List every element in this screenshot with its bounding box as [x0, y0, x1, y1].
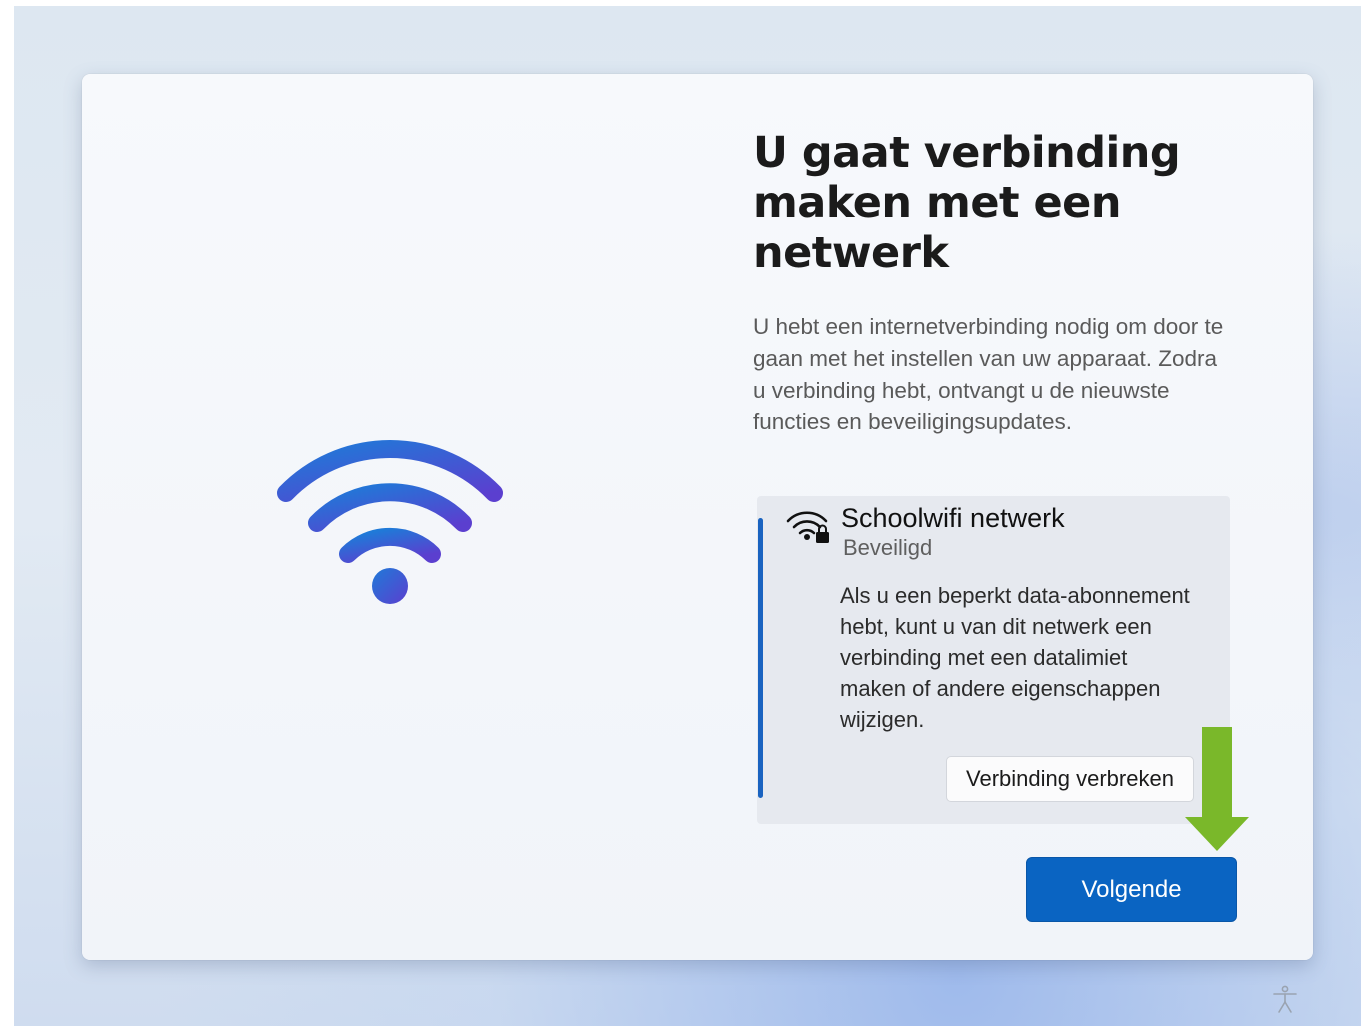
selection-indicator [758, 518, 763, 798]
network-status: Beveiligd [843, 535, 933, 560]
wifi-secured-icon [786, 511, 829, 543]
disconnect-button[interactable]: Verbinding verbreken [946, 756, 1194, 802]
arrow-down-icon [1185, 727, 1249, 851]
network-list-item[interactable]: Schoolwifi netwerk Beveiligd Als u een b… [757, 496, 1230, 824]
network-name: Schoolwifi netwerk [841, 503, 1065, 533]
page-description: U hebt een internetverbinding nodig om d… [753, 314, 1224, 435]
wifi-icon [277, 440, 503, 604]
accessibility-icon[interactable] [1270, 984, 1300, 1014]
next-button[interactable]: Volgende [1026, 857, 1237, 922]
page-title: U gaat verbinding maken met een netwerk [753, 128, 1181, 278]
network-info-text: Als u een beperkt data-abonnement hebt, … [840, 583, 1190, 732]
